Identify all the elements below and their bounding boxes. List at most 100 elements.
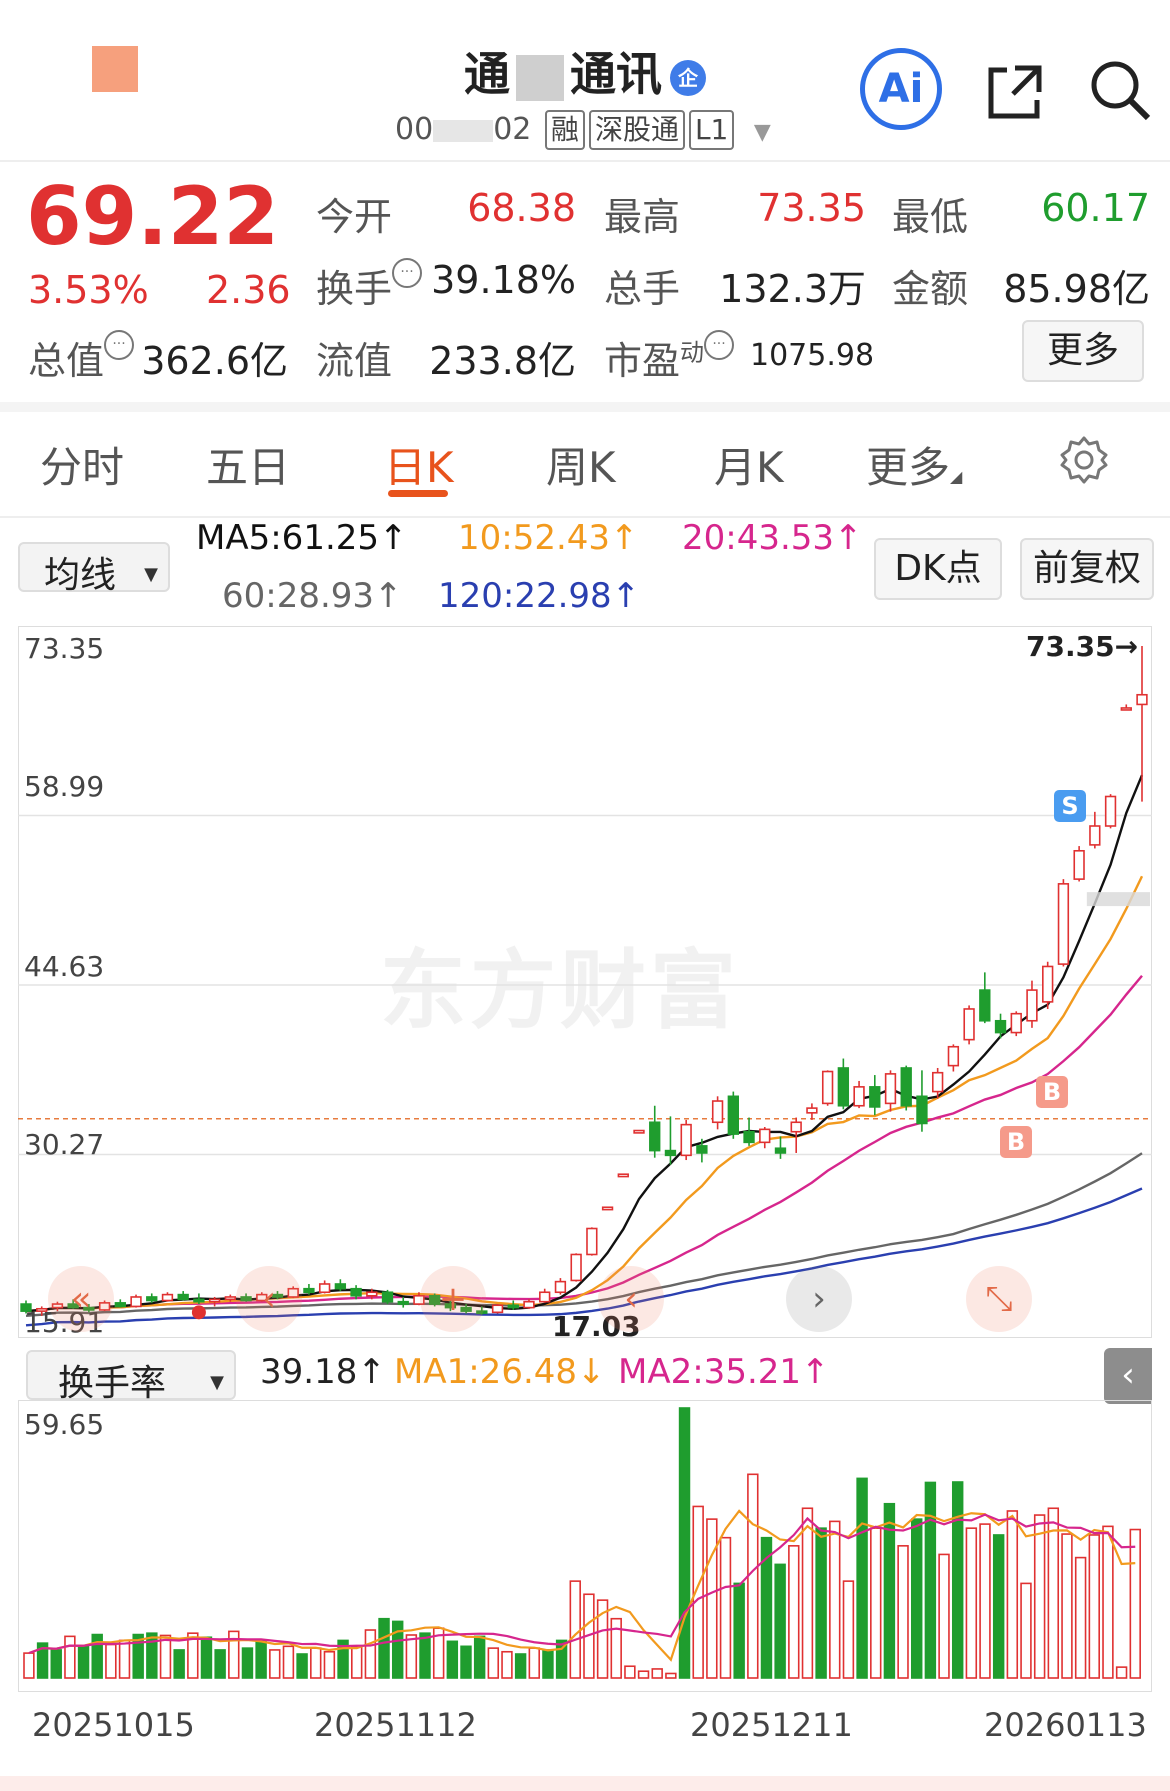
subchart-select[interactable]: 换手率 ▼ (26, 1350, 236, 1404)
volume-label: 总手 (604, 267, 681, 311)
turnover-bar (815, 1527, 827, 1679)
collapse-panel-button[interactable]: ‹ (1104, 1348, 1152, 1404)
ma120-value: 120:22.98↑ (438, 576, 641, 616)
candle-body (381, 1291, 394, 1303)
turnover-value: 39.18% (431, 258, 576, 302)
turnover-bar (64, 1635, 76, 1679)
open-value: 68.38 (467, 186, 576, 230)
forward-adjust-button[interactable]: 前复权 (1020, 538, 1154, 600)
turnover-label-text: 换手 (316, 267, 393, 311)
turnover-bar (624, 1665, 636, 1679)
candle-body (963, 1008, 975, 1041)
turnover-bar (1102, 1525, 1114, 1679)
more-quote-button[interactable]: 更多 (1022, 320, 1144, 382)
candle-body (177, 1293, 189, 1301)
ma10-line (25, 875, 1144, 1313)
candle-body (601, 1206, 614, 1211)
turnover-bar (391, 1620, 404, 1679)
ai-assistant-button[interactable]: Ai (860, 48, 942, 130)
candle-body (114, 1302, 126, 1308)
tab-monthly-k[interactable]: 月K (714, 434, 784, 495)
turnover-bar (911, 1518, 923, 1679)
period-tabs: 分时 五日 日K 周K 月K 更多◢ (0, 402, 1170, 518)
turnover-bar (1088, 1534, 1100, 1679)
info-icon[interactable]: ··· (392, 258, 423, 288)
candle-body (539, 1291, 551, 1303)
float-cap-label: 流值 (316, 339, 393, 383)
info-icon[interactable]: ··· (104, 330, 135, 360)
gear-icon[interactable] (1058, 434, 1110, 486)
buy-signal-badge[interactable]: B (1000, 1126, 1032, 1158)
turnover-bar (310, 1647, 322, 1679)
kline-chart[interactable] (18, 626, 1152, 1338)
indicator-select[interactable]: 均线 ▼ (18, 542, 170, 596)
candle-body (821, 1070, 834, 1105)
zoom-in-icon[interactable]: + (420, 1266, 486, 1332)
candle-body (554, 1280, 567, 1294)
candle-body (806, 1107, 818, 1114)
turnover-bar (446, 1640, 459, 1679)
high-price-tag: 73.35→ (1026, 630, 1139, 663)
tab-five-day[interactable]: 五日 (206, 434, 290, 495)
tab-daily-k[interactable]: 日K (384, 434, 454, 495)
chevron-down-icon[interactable]: ▼ (754, 120, 771, 145)
candle-body (947, 1045, 960, 1067)
turnover-bar (269, 1649, 281, 1679)
rewind-icon[interactable]: « (48, 1266, 114, 1332)
pe-value: 1075.98 (750, 338, 875, 373)
candle-body (193, 1298, 205, 1303)
turnover-max-label: 59.65 (24, 1408, 105, 1441)
sell-signal-badge[interactable]: S (1054, 790, 1086, 822)
zoom-out-icon[interactable]: ‹ (598, 1266, 664, 1332)
candle-body (366, 1291, 378, 1297)
turnover-bar (200, 1636, 213, 1679)
candle-body (727, 1095, 739, 1135)
high-label: 最高 (604, 195, 681, 239)
dk-point-button[interactable]: DK点 (874, 538, 1002, 600)
info-icon[interactable]: ··· (704, 330, 735, 360)
move-left-icon[interactable]: ‹ (236, 1266, 302, 1332)
y-tick-label: 30.27 (24, 1128, 105, 1161)
turnover-chart[interactable] (18, 1400, 1152, 1692)
y-tick-label: 73.35 (24, 632, 105, 665)
candle-body (916, 1095, 928, 1125)
turnover-bar (514, 1653, 527, 1679)
x-tick-label: 20251211 (690, 1706, 853, 1744)
low-label: 最低 (892, 195, 969, 239)
pe-label-sup: 动 (680, 338, 705, 367)
candle-body (680, 1123, 692, 1157)
volume-value: 132.3万 (719, 267, 866, 311)
candle-body (1073, 849, 1085, 880)
fullscreen-icon[interactable]: ⤡ (966, 1266, 1032, 1332)
candle-body (759, 1128, 771, 1144)
share-icon[interactable] (985, 62, 1045, 122)
turnover-bar (146, 1632, 158, 1679)
buy-signal-badge[interactable]: B (1036, 1076, 1068, 1108)
tab-intraday[interactable]: 分时 (40, 434, 124, 495)
candle-body (146, 1296, 158, 1302)
stock-name-part1: 通 (464, 47, 510, 101)
candle-body (711, 1100, 724, 1124)
y-tick-label: 44.63 (24, 950, 105, 983)
candle-body (649, 1121, 661, 1152)
ma10-value: 10:52.43↑ (458, 518, 639, 558)
tab-more[interactable]: 更多◢ (866, 434, 962, 495)
turnover-bar (733, 1582, 745, 1679)
turnover-label: 换手 ··· (316, 258, 423, 313)
turnover-bar (665, 1672, 677, 1679)
turnover-bar (159, 1634, 172, 1679)
candle-body (1057, 883, 1070, 965)
search-icon[interactable] (1088, 58, 1152, 122)
tab-weekly-k[interactable]: 周K (546, 434, 616, 495)
turnover-bar (105, 1643, 117, 1679)
move-right-icon[interactable]: › (786, 1266, 852, 1332)
level-tag: L1 (688, 110, 735, 150)
turnover-bar (378, 1617, 390, 1679)
turnover-bar (118, 1639, 131, 1679)
turnover-bar (487, 1647, 500, 1679)
turnover-bar (1129, 1528, 1141, 1679)
turnover-bar (473, 1635, 486, 1679)
turnover-bar (255, 1639, 267, 1679)
candle-body (1120, 707, 1132, 711)
stock-name-part2: 通讯 (570, 47, 662, 101)
